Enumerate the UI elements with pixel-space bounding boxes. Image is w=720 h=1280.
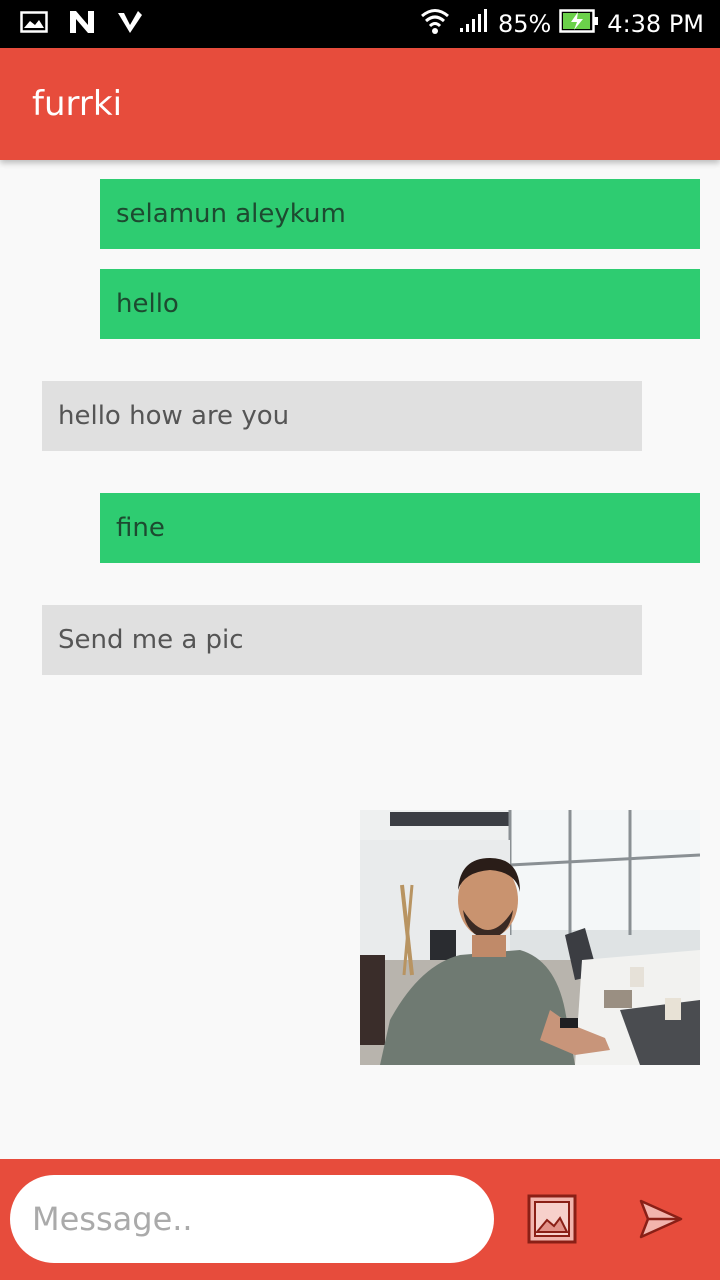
image-attach-icon bbox=[527, 1194, 577, 1248]
sent-message[interactable]: hello bbox=[100, 269, 700, 339]
signal-icon bbox=[458, 8, 490, 40]
app-bar: furrki bbox=[0, 48, 720, 160]
message-text: selamun aleykum bbox=[116, 199, 346, 229]
received-message[interactable]: hello how are you bbox=[42, 381, 642, 451]
status-bar: 85% 4:38 PM bbox=[0, 0, 720, 48]
message-text: hello how are you bbox=[58, 401, 290, 431]
n-notification-icon bbox=[68, 9, 96, 39]
battery-percent: 85% bbox=[497, 10, 552, 38]
gallery-notification-icon bbox=[20, 11, 48, 37]
message-text: Send me a pic bbox=[58, 625, 244, 655]
message-text: fine bbox=[116, 513, 165, 543]
message-input[interactable] bbox=[10, 1175, 494, 1263]
message-text: hello bbox=[116, 289, 179, 319]
v-notification-icon bbox=[116, 9, 144, 39]
send-button[interactable] bbox=[636, 1197, 686, 1245]
status-time: 4:38 PM bbox=[607, 10, 704, 38]
send-icon bbox=[638, 1198, 684, 1244]
image-attach-button[interactable] bbox=[526, 1194, 578, 1248]
message-compose-bar bbox=[0, 1159, 720, 1280]
chat-title: furrki bbox=[32, 84, 123, 124]
received-message[interactable]: Send me a pic bbox=[42, 605, 642, 675]
sent-photo-message[interactable] bbox=[360, 810, 700, 1065]
battery-charging-icon bbox=[559, 9, 599, 39]
sent-message[interactable]: selamun aleykum bbox=[100, 179, 700, 249]
sent-message[interactable]: fine bbox=[100, 493, 700, 563]
wifi-icon bbox=[420, 6, 450, 42]
